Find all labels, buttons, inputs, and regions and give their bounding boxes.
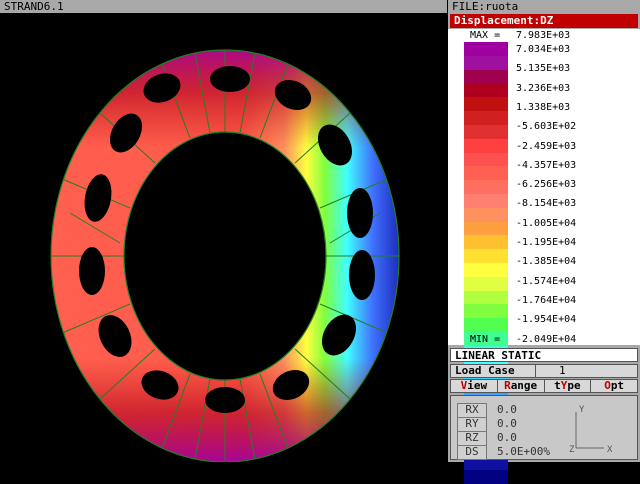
load-case-row[interactable]: Load Case 1 <box>450 364 638 378</box>
legend-swatch <box>464 124 508 139</box>
menu-opt[interactable]: Opt <box>591 380 637 392</box>
menu-type[interactable]: tYpe <box>545 380 592 392</box>
load-case-value[interactable]: 1 <box>559 365 566 377</box>
legend-max-label: MAX = <box>470 30 501 41</box>
legend-swatch <box>464 249 508 263</box>
legend-value: -8.154E+03 <box>516 198 577 210</box>
legend-swatch <box>464 290 508 305</box>
legend-swatch <box>464 180 508 194</box>
legend-value: -1.195E+04 <box>516 237 577 248</box>
legend-panel: Displacement:DZ MAX = 7.983E+03 7.034E+0… <box>448 13 640 484</box>
legend-value: 7.034E+03 <box>516 44 571 55</box>
legend-swatch <box>464 166 508 181</box>
legend-value: -1.005E+04 <box>516 217 577 229</box>
axis-triad-icon: Y Z X <box>569 405 613 455</box>
legend-min-value: -2.049E+04 <box>516 334 577 345</box>
legend-value: 1.338E+03 <box>516 101 571 113</box>
legend-swatch <box>464 152 508 167</box>
legend-swatch <box>464 193 508 208</box>
legend-swatch <box>464 83 508 98</box>
legend-swatch <box>464 318 508 333</box>
color-legend: MAX = 7.983E+03 7.034E+03 5.135E+03 3.236E… <box>448 29 640 484</box>
legend-value: -1.574E+04 <box>516 275 577 287</box>
legend-max-value: 7.983E+03 <box>516 30 571 41</box>
legend-swatch <box>464 276 508 291</box>
legend-swatch <box>464 263 508 277</box>
legend-swatch <box>464 42 508 56</box>
title-bar: STRAND6.1 <box>0 0 447 13</box>
menu-view[interactable]: View <box>451 380 498 392</box>
legend-swatch <box>464 138 508 153</box>
load-case-label: Load Case <box>455 364 515 377</box>
model-viewport[interactable] <box>0 13 448 463</box>
legend-value: -6.256E+03 <box>516 179 577 191</box>
legend-value: -1.764E+04 <box>516 294 577 306</box>
plot-menu: View Range tYpe Opt <box>450 379 638 393</box>
svg-text:X: X <box>607 445 613 455</box>
legend-min-label: MIN = <box>470 334 501 345</box>
legend-swatch <box>464 304 508 319</box>
svg-text:Z: Z <box>569 445 575 455</box>
legend-value: -2.459E+03 <box>516 140 577 152</box>
legend-value: -4.357E+03 <box>516 159 577 171</box>
legend-value: -1.385E+04 <box>516 256 577 268</box>
legend-swatch <box>464 470 508 484</box>
legend-swatch <box>464 97 508 112</box>
legend-swatch <box>464 55 508 70</box>
legend-swatch <box>464 207 508 222</box>
legend-title: Displacement:DZ <box>450 14 638 28</box>
legend-value: -5.603E+02 <box>516 121 577 133</box>
file-bar: FILE:ruota <box>448 0 640 13</box>
legend-swatch <box>464 111 508 125</box>
fe-mesh-contour-plot <box>40 43 410 463</box>
legend-value: -1.954E+04 <box>516 314 577 326</box>
legend-swatch <box>464 69 508 84</box>
view-params: RX 0.0 RY 0.0 RZ 0.0 DS 5.0E+00% Y Z X <box>450 395 638 460</box>
legend-swatch <box>464 235 508 250</box>
file-label: FILE:ruota <box>452 0 519 13</box>
divider <box>535 364 536 378</box>
legend-value: 5.135E+03 <box>516 63 571 75</box>
legend-swatch <box>464 221 508 236</box>
app-title: STRAND6.1 <box>4 0 64 13</box>
legend-value: 3.236E+03 <box>516 82 571 94</box>
analysis-type: LINEAR STATIC <box>450 348 638 362</box>
menu-range[interactable]: Range <box>498 380 545 392</box>
svg-text:Y: Y <box>579 405 585 415</box>
